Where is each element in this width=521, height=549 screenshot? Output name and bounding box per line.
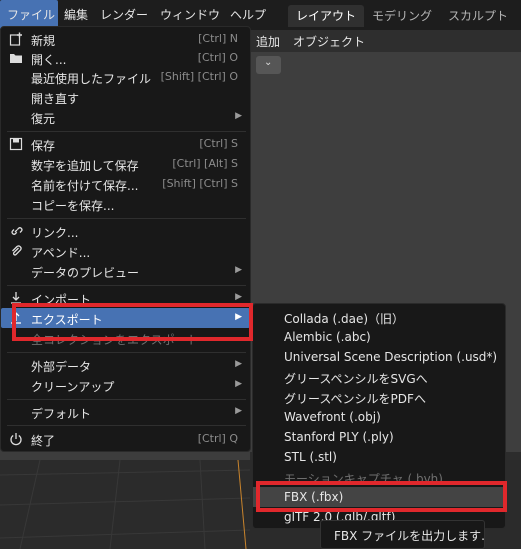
export-item-label: Stanford PLY (.ply): [284, 430, 394, 444]
menu-item-label: クリーンアップ: [31, 380, 115, 394]
submenu-arrow-icon: ▶: [235, 265, 242, 275]
menu-item-save-as[interactable]: 名前を付けて保存... [Shift] [Ctrl] S: [1, 174, 250, 194]
menu-item-label: 新規: [31, 34, 56, 48]
export-item-stl[interactable]: STL (.stl): [253, 447, 505, 467]
export-item-label: Universal Scene Description (.usd*): [284, 350, 498, 364]
menu-item-save-incremental[interactable]: 数字を追加して保存 [Ctrl] [Alt] S: [1, 154, 250, 174]
menu-item-save-copy[interactable]: コピーを保存...: [1, 194, 250, 214]
menu-item-label: 復元: [31, 112, 56, 126]
menu-item-data-previews[interactable]: データのプレビュー ▶: [1, 261, 250, 281]
menu-item-label: 数字を追加して保存: [31, 159, 139, 173]
menu-separator: [7, 131, 246, 132]
tooltip-text: FBX ファイルを出力します.: [334, 529, 485, 543]
menu-item-shortcut: [Ctrl] O: [197, 51, 238, 64]
menu-item-defaults[interactable]: デフォルト ▶: [1, 402, 250, 422]
menu-item-label: アペンド...: [31, 246, 91, 260]
menu-item-shortcut: [Ctrl] Q: [197, 432, 238, 445]
menu-item-label: 外部データ: [31, 360, 92, 374]
menu-item-label: データのプレビュー: [31, 266, 140, 280]
export-item-gpencil-pdf[interactable]: グリースペンシルをPDFへ: [253, 387, 505, 407]
menu-item-shortcut: [Shift] [Ctrl] S: [162, 177, 238, 190]
menu-item-save[interactable]: 保存 [Ctrl] S: [1, 134, 250, 154]
menu-item-label: リンク...: [31, 226, 79, 240]
menu-item-label: デフォルト: [31, 407, 92, 421]
menu-item-new[interactable]: 新規 [Ctrl] N: [1, 29, 250, 49]
menu-item-label: コピーを保存...: [31, 199, 115, 213]
menu-item-label: 開き直す: [31, 92, 80, 106]
power-icon: [10, 433, 22, 446]
tab-sculpt[interactable]: スカルプト: [440, 5, 516, 27]
submenu-arrow-icon: ▶: [235, 379, 242, 389]
new-file-icon: [9, 32, 22, 46]
menu-separator: [7, 425, 246, 426]
menu-separator: [7, 399, 246, 400]
submenu-arrow-icon: ▶: [235, 111, 242, 121]
viewport-header: 追加 オブジェクト: [250, 30, 521, 52]
menu-item-quit[interactable]: 終了 [Ctrl] Q: [1, 429, 250, 449]
annotation-highlight-export: [12, 303, 253, 341]
export-item-obj[interactable]: Wavefront (.obj): [253, 407, 505, 427]
export-item-label: Wavefront (.obj): [284, 410, 381, 424]
menu-item-external-data[interactable]: 外部データ ▶: [1, 355, 250, 375]
paperclip-icon: [12, 245, 22, 256]
menu-item-shortcut: [Ctrl] [Alt] S: [172, 157, 238, 170]
tooltip: FBX ファイルを出力します.: [320, 520, 485, 549]
menu-item-append[interactable]: アペンド...: [1, 241, 250, 261]
export-item-alembic[interactable]: Alembic (.abc): [253, 327, 505, 347]
export-item-label: STL (.stl): [284, 450, 337, 464]
viewport-menu-object[interactable]: オブジェクト: [293, 33, 365, 50]
menu-item-label: 保存: [31, 139, 56, 153]
chevron-down-icon: ⌄: [264, 57, 273, 68]
export-item-label: Collada (.dae)（旧）: [284, 312, 405, 326]
menu-item-shortcut: [Shift] [Ctrl] O: [160, 70, 238, 83]
tab-modeling[interactable]: モデリング: [364, 5, 440, 27]
menu-separator: [7, 218, 246, 219]
menu-item-shortcut: [Ctrl] S: [199, 137, 238, 150]
tab-layout[interactable]: レイアウト: [288, 5, 365, 27]
menu-item-clean-up[interactable]: クリーンアップ ▶: [1, 375, 250, 395]
menu-item-label: 最近使用したファイル: [31, 72, 152, 86]
annotation-highlight-fbx: [256, 481, 507, 512]
export-item-ply[interactable]: Stanford PLY (.ply): [253, 427, 505, 447]
save-icon: [9, 137, 23, 151]
export-item-gpencil-svg[interactable]: グリースペンシルをSVGへ: [253, 367, 505, 387]
menu-item-label: 名前を付けて保存...: [31, 179, 139, 193]
export-item-label: グリースペンシルをPDFへ: [284, 392, 426, 406]
submenu-arrow-icon: ▶: [235, 292, 242, 302]
menu-help[interactable]: ヘルプ: [230, 6, 266, 23]
folder-icon: [10, 54, 22, 63]
menu-render[interactable]: レンダー: [100, 6, 148, 23]
menu-item-shortcut: [Ctrl] N: [198, 32, 238, 45]
link-icon: [11, 227, 23, 235]
export-item-collada[interactable]: Collada (.dae)（旧）: [253, 307, 505, 327]
menu-item-recover[interactable]: 復元 ▶: [1, 107, 250, 127]
menu-separator: [7, 285, 246, 286]
menu-item-revert[interactable]: 開き直す: [1, 87, 250, 107]
export-item-label: グリースペンシルをSVGへ: [284, 372, 428, 386]
menu-item-open[interactable]: 開く... [Ctrl] O: [1, 48, 250, 68]
submenu-arrow-icon: ▶: [235, 406, 242, 416]
menu-item-link[interactable]: リンク...: [1, 221, 250, 241]
menu-file-label: ファイル: [7, 8, 56, 22]
menu-item-label: 開く...: [31, 53, 67, 67]
menu-window[interactable]: ウィンドウ: [160, 6, 220, 23]
menu-edit[interactable]: 編集: [64, 6, 88, 23]
submenu-arrow-icon: ▶: [235, 359, 242, 369]
mode-dropdown[interactable]: ⌄: [256, 56, 281, 74]
viewport-menu-add[interactable]: 追加: [256, 33, 280, 50]
menu-item-label: 終了: [31, 434, 56, 448]
menu-item-open-recent[interactable]: 最近使用したファイル [Shift] [Ctrl] O: [1, 67, 250, 87]
file-menu: 新規 [Ctrl] N 開く... [Ctrl] O 最近使用したファイル [S…: [0, 26, 251, 452]
export-item-label: Alembic (.abc): [284, 330, 371, 344]
export-item-usd[interactable]: Universal Scene Description (.usd*): [253, 347, 505, 367]
menu-separator: [7, 352, 246, 353]
